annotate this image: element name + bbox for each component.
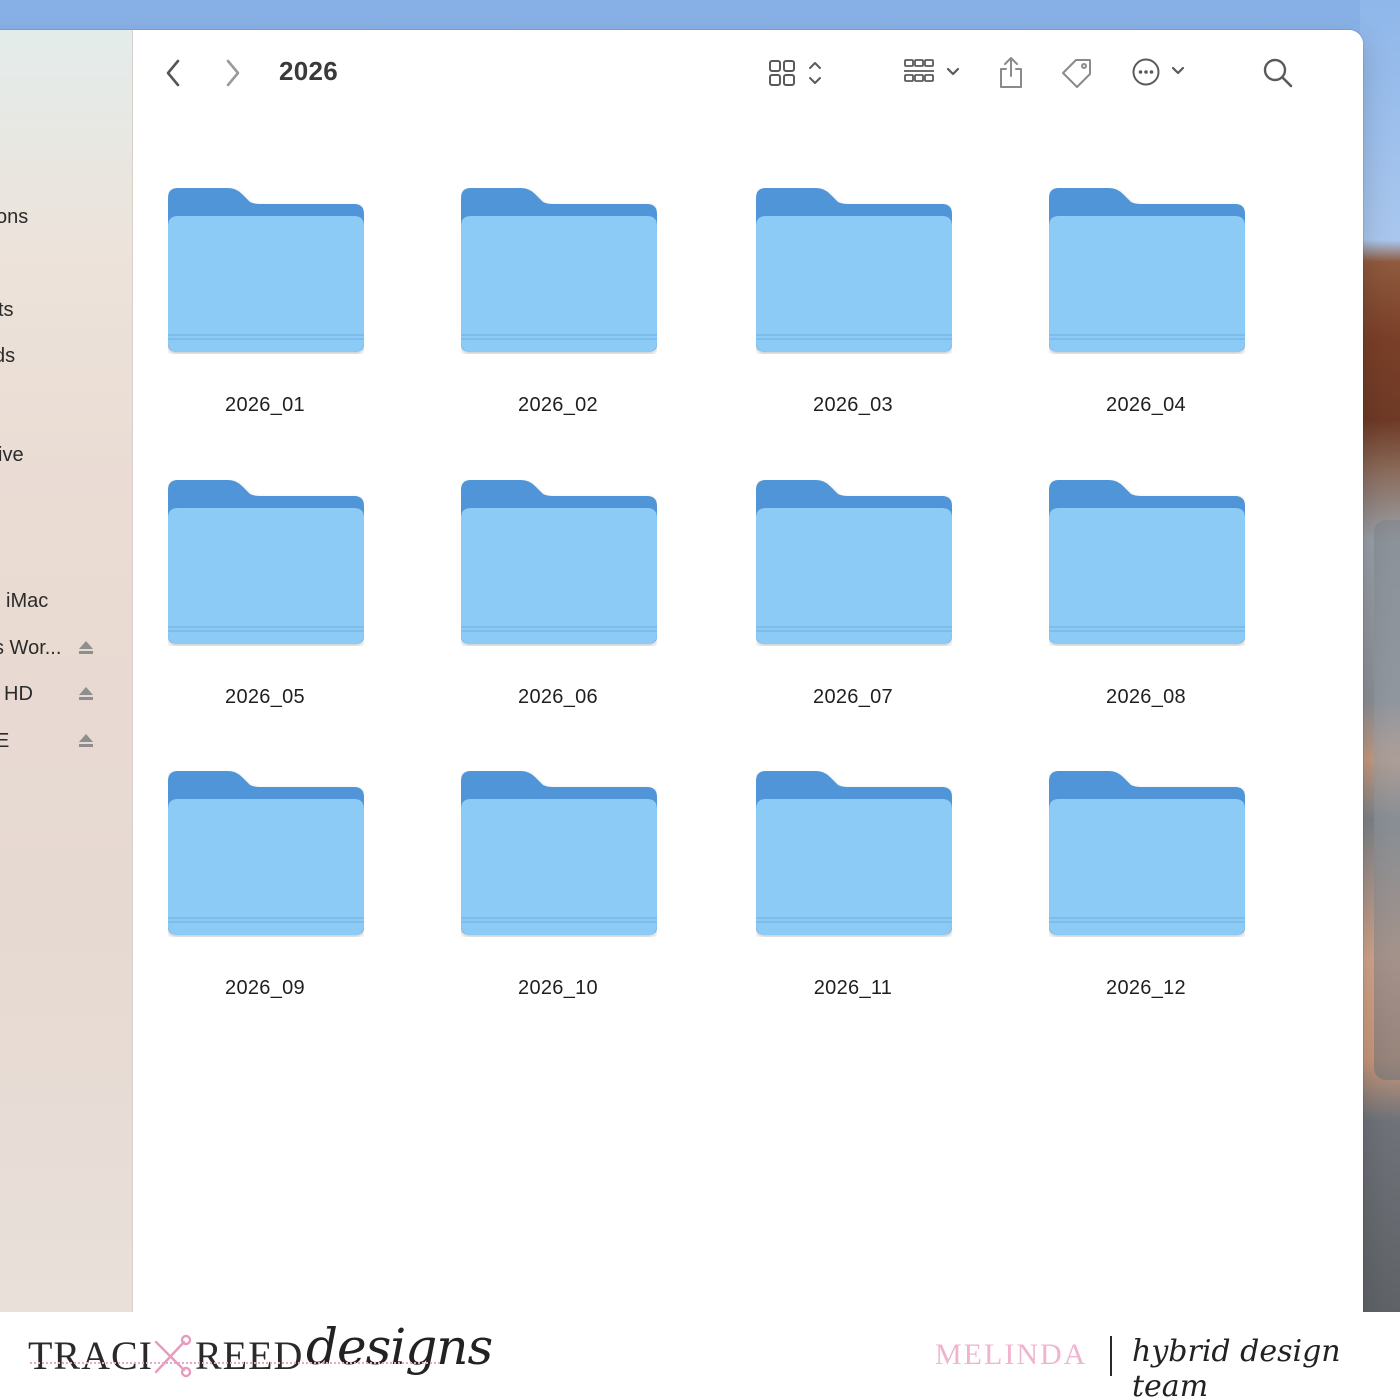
- forward-button[interactable]: [221, 58, 243, 88]
- sidebar-item-label: s Wor...: [0, 637, 62, 659]
- folder-icon: [168, 480, 364, 644]
- scissors-icon: [154, 1334, 192, 1378]
- folder-item[interactable]: 2026_08: [1016, 480, 1276, 740]
- eject-icon[interactable]: [78, 733, 94, 749]
- window-title: 2026: [279, 56, 339, 86]
- folder-item[interactable]: 2026_01: [135, 188, 395, 448]
- sidebar-item-applications[interactable]: ons: [0, 203, 132, 233]
- folder-item[interactable]: 2026_12: [1016, 771, 1276, 1031]
- sidebar-item-label: HD: [4, 683, 33, 705]
- brand-reed: REED: [195, 1333, 304, 1378]
- folder-item[interactable]: 2026_06: [428, 480, 688, 740]
- folder-item[interactable]: 2026_03: [723, 188, 983, 448]
- folder-icon: [756, 188, 952, 352]
- folder-name: 2026_04: [1106, 394, 1186, 416]
- chevron-left-icon: [166, 59, 180, 87]
- sidebar: ons ts ds ive iMac s Wor... HD: [0, 30, 133, 1312]
- folder-name: 2026_09: [225, 977, 305, 999]
- folder-icon: [461, 188, 657, 352]
- finder-window: ons ts ds ive iMac s Wor... HD: [0, 30, 1363, 1312]
- eject-icon[interactable]: [78, 686, 94, 702]
- folder-item[interactable]: 2026_02: [428, 188, 688, 448]
- share-button[interactable]: [995, 54, 1027, 90]
- branding-footer: TRACI REED designs MELINDA hybrid design…: [0, 1312, 1400, 1400]
- sidebar-item-volume-e[interactable]: E: [0, 727, 132, 757]
- chevron-right-icon: [226, 59, 240, 87]
- folder-name: 2026_08: [1106, 686, 1186, 708]
- folder-item[interactable]: 2026_05: [135, 480, 395, 740]
- desktop: ons ts ds ive iMac s Wor... HD: [0, 0, 1400, 1400]
- folder-name: 2026_01: [225, 394, 305, 416]
- folder-name: 2026_12: [1106, 977, 1186, 999]
- folder-name: 2026_03: [813, 394, 893, 416]
- folder-name: 2026_07: [813, 686, 893, 708]
- folder-icon: [168, 188, 364, 352]
- folder-icon: [1049, 188, 1245, 352]
- folder-icon: [756, 771, 952, 935]
- folder-name: 2026_02: [518, 394, 598, 416]
- sidebar-item-label: ive: [0, 444, 24, 466]
- search-icon: [1263, 58, 1293, 88]
- folder-icon: [168, 771, 364, 935]
- group-by-icon: [904, 59, 960, 82]
- sidebar-item-imac[interactable]: iMac: [0, 587, 132, 617]
- divider: [1110, 1336, 1112, 1376]
- folder-name: 2026_11: [813, 977, 893, 999]
- tag-button[interactable]: [1059, 56, 1095, 90]
- more-actions-icon: [1132, 58, 1185, 86]
- icon-grid-view-icon: [769, 60, 821, 86]
- group-by-button[interactable]: [901, 58, 965, 88]
- sidebar-item-label: ds: [0, 345, 16, 367]
- folder-item[interactable]: 2026_09: [135, 771, 395, 1031]
- folder-name: 2026_10: [518, 977, 598, 999]
- actions-button[interactable]: [1129, 56, 1191, 88]
- brand-underline: [30, 1362, 440, 1364]
- eject-icon[interactable]: [78, 640, 94, 656]
- folder-name: 2026_06: [518, 686, 598, 708]
- sidebar-item-label: ons: [0, 206, 29, 228]
- folder-icon: [461, 771, 657, 935]
- folder-icon: [1049, 480, 1245, 644]
- folder-item[interactable]: 2026_10: [428, 771, 688, 1031]
- brand-designs: designs: [306, 1318, 493, 1376]
- sidebar-item-volume-work[interactable]: s Wor...: [0, 634, 132, 664]
- folder-item[interactable]: 2026_07: [723, 480, 983, 740]
- sidebar-item-label: iMac: [6, 590, 49, 612]
- team-label: hybrid design team: [1132, 1334, 1341, 1400]
- folder-icon: [461, 480, 657, 644]
- view-mode-button[interactable]: [766, 58, 828, 88]
- sidebar-item-volume-hd[interactable]: HD: [0, 680, 132, 710]
- sidebar-item-label: ts: [0, 299, 14, 321]
- sidebar-item-documents[interactable]: ts: [0, 296, 132, 326]
- folder-item[interactable]: 2026_04: [1016, 188, 1276, 448]
- folder-icon: [1049, 771, 1245, 935]
- back-button[interactable]: [163, 58, 185, 88]
- folder-name: 2026_05: [225, 686, 305, 708]
- wallpaper-person: [1374, 520, 1400, 1080]
- tag-icon: [1062, 59, 1091, 88]
- folder-icon: [756, 480, 952, 644]
- share-icon: [1000, 57, 1022, 88]
- sidebar-item-downloads[interactable]: ds: [0, 342, 132, 372]
- brand-traci: TRACI: [28, 1333, 153, 1378]
- sidebar-item-label: E: [0, 730, 10, 752]
- sidebar-item-icloud-drive[interactable]: ive: [0, 441, 132, 471]
- folder-item[interactable]: 2026_11: [723, 771, 983, 1031]
- designer-name: MELINDA: [935, 1338, 1088, 1371]
- search-button[interactable]: [1261, 56, 1295, 90]
- finder-content: 2026 2026_01 2026_02 2026_03 2026_04 202…: [133, 30, 1363, 1312]
